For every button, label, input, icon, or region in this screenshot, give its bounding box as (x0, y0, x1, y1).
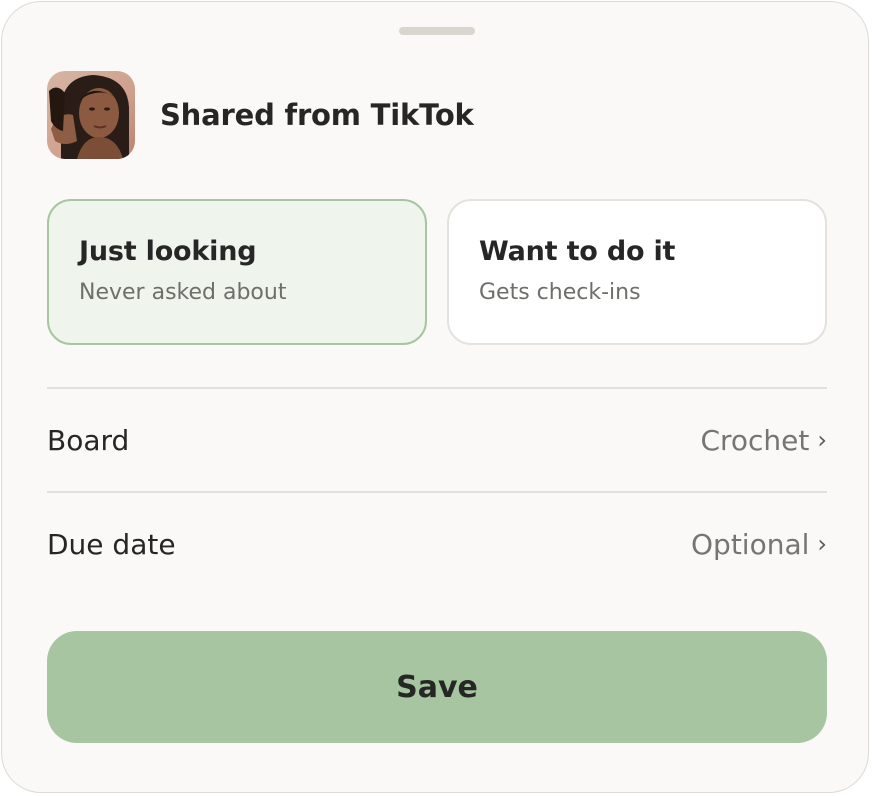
chevron-right-icon: › (817, 530, 827, 558)
video-thumbnail (47, 71, 135, 159)
save-sheet: Shared from TikTok Just looking Never as… (1, 1, 869, 793)
board-row[interactable]: Board Crochet › (47, 390, 827, 490)
divider (47, 387, 827, 389)
sheet-grabber[interactable] (399, 27, 475, 35)
due-date-value-text: Optional (691, 527, 810, 561)
option-subtitle: Gets check-ins (479, 280, 641, 305)
board-label: Board (47, 423, 130, 457)
due-date-row[interactable]: Due date Optional › (47, 494, 827, 594)
source-title: Shared from TikTok (160, 98, 474, 132)
board-value: Crochet › (700, 424, 827, 457)
chevron-right-icon: › (817, 426, 827, 454)
option-want-to-do-it[interactable]: Want to do it Gets check-ins (447, 199, 827, 345)
option-title: Want to do it (479, 236, 676, 267)
save-button[interactable]: Save (47, 631, 827, 743)
option-just-looking[interactable]: Just looking Never asked about (47, 199, 427, 345)
due-date-label: Due date (47, 527, 176, 561)
option-title: Just looking (79, 236, 257, 267)
source-header: Shared from TikTok (47, 70, 474, 160)
divider (47, 491, 827, 493)
board-value-text: Crochet (700, 423, 810, 457)
option-subtitle: Never asked about (79, 280, 287, 305)
due-date-value: Optional › (691, 528, 827, 561)
